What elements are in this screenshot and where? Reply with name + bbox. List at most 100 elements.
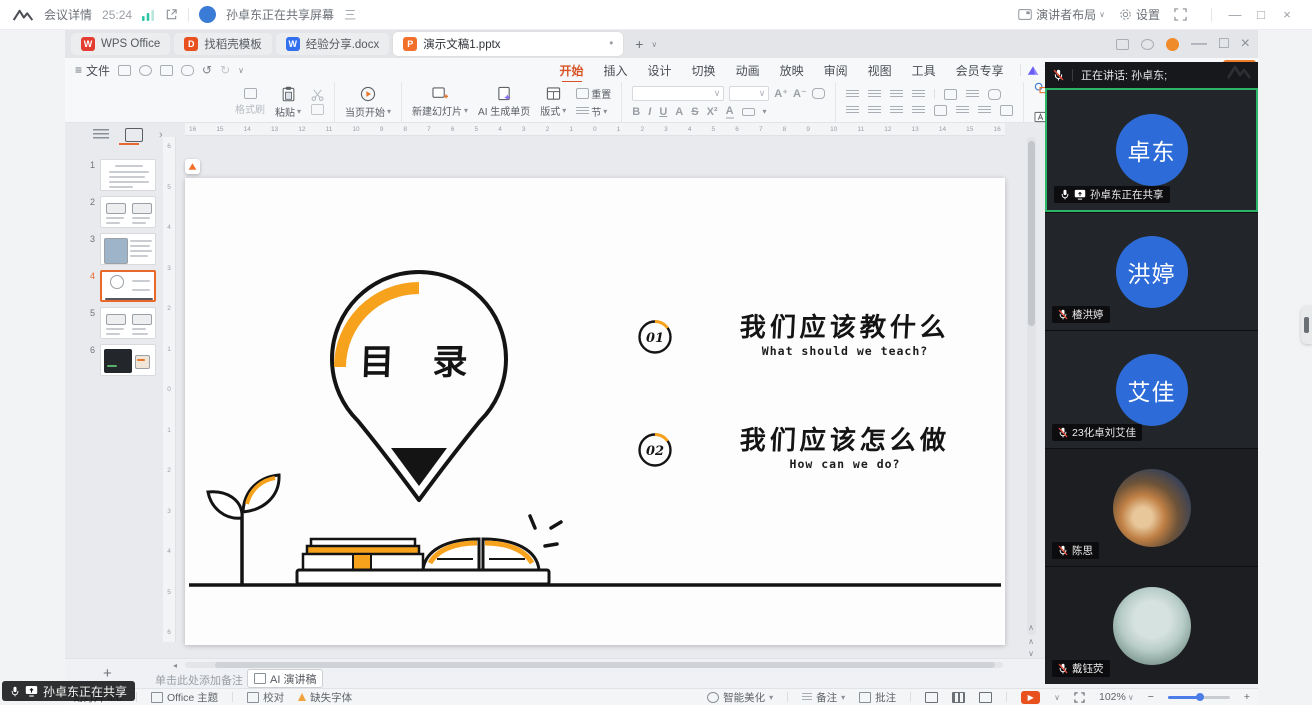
output-icon[interactable] [139,65,152,76]
add-slide-button[interactable]: + [103,665,112,682]
vertical-scrollbar-thumb[interactable] [1028,141,1035,326]
meeting-minimize-button[interactable]: — [1222,7,1248,22]
bold-button[interactable]: B [632,106,640,118]
clear-format-icon[interactable] [812,88,825,99]
meeting-maximize-button[interactable]: □ [1248,7,1274,22]
meeting-detail-link[interactable]: 会议详情 [44,6,92,23]
zoom-in-button[interactable]: + [1244,691,1250,703]
new-slide-button[interactable]: 新建幻灯片▾ [412,86,468,118]
start-from-page-button[interactable]: 当页开始▾ [345,86,391,119]
save-icon[interactable] [118,65,131,76]
paragraph-layout-icon[interactable] [988,89,1001,100]
smart-beautify-button[interactable]: 智能美化▾ [707,690,773,705]
section-button[interactable]: 节 [591,104,601,119]
distribute-icon[interactable] [934,105,947,116]
zoom-level[interactable]: 102%∨ [1099,691,1134,703]
collapsed-panel-handle[interactable] [1301,306,1312,344]
underline-button[interactable]: U [659,106,667,118]
wps-close-button[interactable]: × [1241,35,1250,53]
new-tab-button[interactable]: + [635,36,643,52]
zoom-out-button[interactable]: − [1148,691,1154,703]
layout-caret-icon[interactable]: ∨ [1099,10,1105,19]
undo-button[interactable]: ↺ [202,63,212,77]
video-tile[interactable]: 艾佳 23化卓刘艾佳 [1045,330,1258,448]
slideshow-play-button[interactable]: ▶ [1021,691,1040,704]
decrease-indent-icon[interactable] [890,90,903,99]
menu-tools[interactable]: 工具 [902,62,946,79]
paste-button[interactable]: 粘贴▾ [275,86,301,119]
align-right-icon[interactable] [890,106,903,115]
columns-icon[interactable] [956,106,969,115]
align-left-icon[interactable] [846,106,859,115]
menu-design[interactable]: 设计 [638,62,682,79]
play-options-caret-icon[interactable]: ∨ [1054,693,1060,702]
zoom-slider-knob[interactable] [1196,693,1204,701]
strike-button[interactable]: A [675,106,683,118]
layout-selector[interactable]: 演讲者布局 [1036,6,1096,23]
menu-view[interactable]: 视图 [858,62,902,79]
notes-placeholder[interactable]: 单击此处添加备注 [155,672,243,688]
print-icon[interactable] [160,65,173,76]
theme-button[interactable]: Office 主题 [151,690,218,705]
scroll-up-button[interactable]: ∧ [1023,621,1039,635]
menu-transition[interactable]: 切换 [682,62,726,79]
horizontal-scrollbar-thumb[interactable] [215,662,995,668]
font-color-button[interactable]: A [726,105,734,119]
shadow-button[interactable]: S [691,106,698,118]
collaborate-icon[interactable] [1116,39,1129,50]
ai-generate-page-button[interactable]: AI 生成单页 [478,86,530,118]
account-avatar[interactable] [1166,38,1179,51]
wps-ai-float-button[interactable] [185,159,200,174]
slide-thumbnail-2[interactable] [100,196,156,228]
menu-member[interactable]: 会员专享 [946,62,1014,79]
font-family-combo[interactable]: ∨ [632,86,724,101]
slide-canvas[interactable]: 01 02 目 录 我们应该教什么 What should we teach? … [185,178,1005,645]
align-center-icon[interactable] [868,106,881,115]
italic-button[interactable]: I [648,106,651,118]
wps-minimize-button[interactable]: — [1191,35,1207,53]
scroll-left-arrow[interactable]: ◂ [173,661,177,670]
align-objects-icon[interactable] [1000,105,1013,116]
video-tile[interactable]: 陈思 [1045,448,1258,566]
format-painter-button[interactable]: 格式刷 [235,88,265,116]
menu-review[interactable]: 审阅 [814,62,858,79]
tab-list-caret-icon[interactable]: ∨ [651,40,657,49]
gear-icon[interactable] [1119,8,1132,21]
tab-docx-document[interactable]: W 经验分享.docx [276,33,390,55]
ai-script-button[interactable]: AI 演讲稿 [247,669,323,688]
slide-thumbnail-6[interactable] [100,344,156,376]
zoom-slider[interactable] [1168,696,1230,699]
meeting-close-button[interactable]: × [1274,7,1300,22]
fit-window-icon[interactable] [1074,692,1085,703]
help-icon[interactable] [1141,39,1154,50]
missing-font-warning[interactable]: 缺失字体 [298,690,352,705]
popout-icon[interactable] [165,8,178,21]
slide-thumbnail-4-selected[interactable] [100,270,156,302]
bullets-icon[interactable] [846,90,859,99]
justify-icon[interactable] [912,106,925,115]
settings-button[interactable]: 设置 [1136,6,1160,23]
redo-button[interactable]: ↻ [220,63,230,77]
normal-view-button[interactable] [925,692,938,703]
qat-caret-icon[interactable]: ∨ [238,66,244,75]
copy-icon[interactable] [311,104,324,115]
slide-thumbnail-1[interactable] [100,159,156,191]
shrink-font-button[interactable]: A⁻ [793,87,807,100]
menu-animation[interactable]: 动画 [726,62,770,79]
highlight-color-icon[interactable] [742,108,755,116]
slide-view-tab[interactable] [125,128,143,142]
superscript-button[interactable]: X² [707,106,718,118]
proofread-button[interactable]: 校对 [247,690,284,705]
increase-indent-icon[interactable] [912,90,925,99]
cloud-sync-icon[interactable] [181,65,194,76]
indent-options-icon[interactable] [978,106,991,115]
comment-button[interactable]: 批注 [859,690,896,705]
grow-font-button[interactable]: A⁺ [774,87,788,100]
member-list-icon[interactable]: 三 [344,6,356,23]
video-tile[interactable]: 洪婷 楂洪婷 [1045,212,1258,330]
video-tile[interactable]: 戴钰荧 [1045,566,1258,684]
tab-docer-templates[interactable]: D 找稻壳模板 [174,33,272,55]
video-tile-sharer[interactable]: 卓东 孙卓东正在共享 [1045,88,1258,212]
notes-toggle-button[interactable]: 备注▾ [802,690,845,705]
numbering-icon[interactable] [868,90,881,99]
